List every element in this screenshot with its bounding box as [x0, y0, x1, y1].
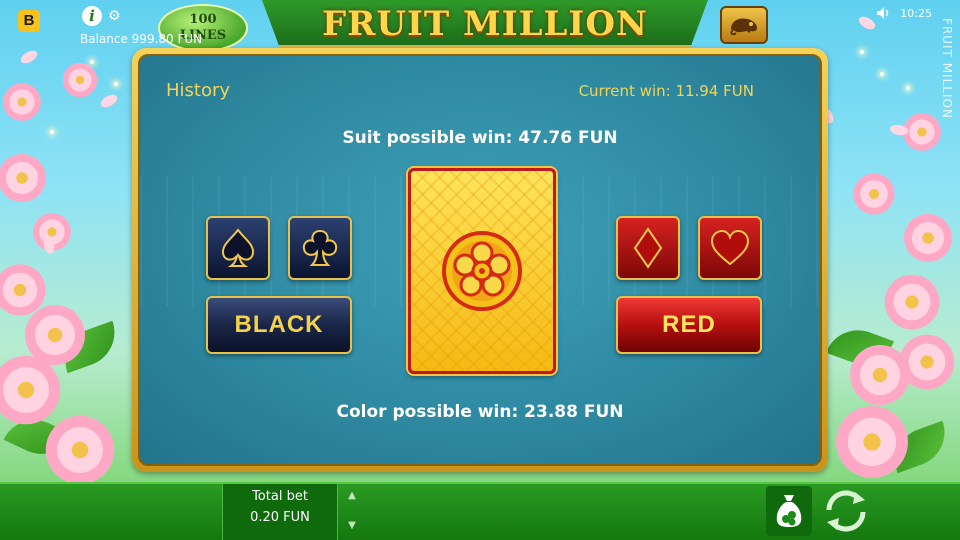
balance: Balance 999.80 FUN: [80, 32, 203, 46]
blossom: [0, 150, 50, 206]
side-game-title: FRUIT MILLION: [940, 18, 954, 119]
total-bet-value: 0.20 FUN: [250, 510, 310, 525]
spade-icon: [221, 228, 255, 267]
gear-icon[interactable]: ⚙: [108, 8, 121, 24]
black-button[interactable]: BLACK: [206, 296, 352, 354]
blossom: [895, 330, 959, 394]
status-bar: 10:25: [876, 6, 932, 20]
arrow-down-icon[interactable]: ▼: [346, 520, 358, 532]
chameleon-button[interactable]: [720, 6, 768, 44]
club-button[interactable]: [288, 216, 352, 280]
lines-number: 100: [189, 12, 217, 27]
sparkle: [860, 50, 864, 54]
petal: [98, 92, 120, 110]
sparkle: [90, 60, 94, 64]
suit-possible-win: Suit possible win: 47.76 FUN: [342, 128, 618, 148]
info-icon[interactable]: i: [82, 6, 102, 26]
blossom: [830, 400, 914, 484]
blossom: [880, 270, 944, 334]
arrow-up-icon[interactable]: ▲: [346, 490, 358, 502]
game-logo: FRUIT MILLION: [321, 4, 649, 44]
heart-icon: [710, 229, 750, 266]
diamond-icon: [633, 227, 663, 269]
petal: [18, 48, 40, 66]
club-icon: [302, 229, 338, 266]
sparkle: [114, 82, 118, 86]
total-bet-label: Total bet: [252, 489, 308, 504]
money-bag-button[interactable]: [766, 486, 812, 536]
card-emblem-icon: [442, 231, 522, 311]
blossom: [0, 80, 44, 124]
color-possible-win: Color possible win: 23.88 FUN: [336, 402, 624, 422]
current-win: Current win: 11.94 FUN: [578, 82, 754, 100]
heart-button[interactable]: [698, 216, 762, 280]
gamble-card[interactable]: [408, 168, 556, 374]
sparkle: [906, 86, 910, 90]
sparkle: [50, 130, 54, 134]
diamond-button[interactable]: [616, 216, 680, 280]
spin-button[interactable]: [818, 486, 874, 536]
gamble-panel-frame: History Current win: 11.94 FUN Suit poss…: [132, 48, 828, 472]
petal: [856, 14, 878, 32]
blossom: [40, 410, 120, 490]
gamble-panel: History Current win: 11.94 FUN Suit poss…: [138, 54, 822, 466]
blossom: [900, 210, 956, 266]
blossom: [850, 170, 898, 218]
spin-icon: [826, 490, 866, 532]
blossom: [60, 60, 100, 100]
volume-icon[interactable]: [876, 6, 892, 20]
clock: 10:25: [900, 6, 932, 20]
chameleon-icon: [730, 18, 757, 36]
total-bet: Total bet 0.20 FUN: [222, 484, 338, 540]
spade-button[interactable]: [206, 216, 270, 280]
money-bag-icon: [776, 495, 802, 527]
brand-logo: B: [18, 10, 40, 32]
sparkle: [880, 72, 884, 76]
bottom-bar: [0, 482, 960, 540]
red-button[interactable]: RED: [616, 296, 762, 354]
history-button[interactable]: History: [166, 80, 230, 101]
